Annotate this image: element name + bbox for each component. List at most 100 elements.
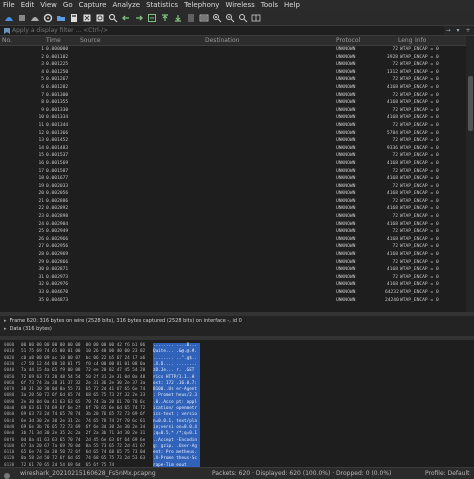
- menu-item-help[interactable]: Help: [281, 0, 303, 10]
- packet-row[interactable]: 18 0.001677 UNKNOWN 4168 WTAP_ENCAP = 0: [0, 175, 466, 183]
- packet-length: 4168: [386, 252, 398, 258]
- col-time[interactable]: Time: [46, 37, 61, 45]
- packet-row[interactable]: 10 0.001334 UNKNOWN 4168 WTAP_ENCAP = 0: [0, 114, 466, 122]
- packet-row[interactable]: 15 0.001537 UNKNOWN 72 WTAP_ENCAP = 0: [0, 152, 466, 160]
- packet-detail-pane[interactable]: ▸ Frame 620: 316 bytes on wire (2528 bits…: [0, 316, 474, 336]
- find-packet-icon[interactable]: [107, 12, 118, 23]
- detail-frame-row[interactable]: ▸ Frame 620: 316 bytes on wire (2528 bits…: [4, 318, 242, 324]
- packet-row[interactable]: 3 0.001225 UNKNOWN 72 WTAP_ENCAP = 0: [0, 61, 466, 69]
- menu-item-go[interactable]: Go: [60, 0, 76, 10]
- packet-no: 32: [38, 282, 44, 288]
- arrow-right-icon[interactable]: →: [444, 27, 452, 35]
- packet-time: 0.002956: [46, 244, 69, 250]
- start-capture-icon[interactable]: [3, 12, 14, 23]
- bookmark-icon[interactable]: [3, 27, 11, 35]
- menu-item-file[interactable]: File: [0, 0, 18, 10]
- packet-protocol: UNKNOWN: [336, 236, 356, 242]
- packet-row[interactable]: 31 0.002973 UNKNOWN 72 WTAP_ENCAP = 0: [0, 274, 466, 282]
- packet-row[interactable]: 4 0.001250 UNKNOWN 1312 WTAP_ENCAP = 0: [0, 69, 466, 77]
- autoscroll-icon[interactable]: [185, 12, 196, 23]
- packet-row[interactable]: 20 0.002056 UNKNOWN 4168 WTAP_ENCAP = 0: [0, 190, 466, 198]
- packet-row[interactable]: 35 0.004873 UNKNOWN 24240 WTAP_ENCAP = 0: [0, 297, 466, 305]
- packet-row[interactable]: 25 0.002949 UNKNOWN 72 WTAP_ENCAP = 0: [0, 228, 466, 236]
- packet-protocol: UNKNOWN: [336, 206, 356, 212]
- menu-item-capture[interactable]: Capture: [76, 0, 110, 10]
- stop-capture-icon[interactable]: [16, 12, 27, 23]
- go-to-packet-icon[interactable]: [146, 12, 157, 23]
- packet-length: 72: [392, 229, 398, 235]
- zoom-out-icon[interactable]: [224, 12, 235, 23]
- packet-row[interactable]: 23 0.002898 UNKNOWN 72 WTAP_ENCAP = 0: [0, 213, 466, 221]
- plus-icon[interactable]: +: [464, 27, 472, 35]
- packet-row[interactable]: 29 0.002866 UNKNOWN 72 WTAP_ENCAP = 0: [0, 259, 466, 267]
- packet-list[interactable]: 1 0.000000 UNKNOWN 72 WTAP_ENCAP = 0 2 0.00110…: [0, 46, 466, 312]
- packet-row[interactable]: 32 0.002976 UNKNOWN 4168 WTAP_ENCAP = 0: [0, 281, 466, 289]
- col-length[interactable]: Leng: [398, 37, 413, 45]
- capture-options-icon[interactable]: [42, 12, 53, 23]
- col-source[interactable]: Source: [80, 37, 101, 45]
- packet-row[interactable]: 5 0.001267 UNKNOWN 72 WTAP_ENCAP = 0: [0, 76, 466, 84]
- display-filter-input[interactable]: [0, 26, 444, 35]
- close-file-icon[interactable]: [81, 12, 92, 23]
- packet-info: WTAP_ENCAP = 0: [400, 214, 439, 220]
- packet-info: WTAP_ENCAP = 0: [400, 115, 439, 121]
- reload-file-icon[interactable]: [94, 12, 105, 23]
- menu-item-tools[interactable]: Tools: [258, 0, 281, 10]
- packet-no: 30: [38, 267, 44, 273]
- expand-arrow-icon[interactable]: ▸: [4, 318, 7, 324]
- packet-length: 4168: [386, 236, 398, 242]
- chevron-down-icon[interactable]: ▾: [454, 27, 462, 35]
- resize-columns-icon[interactable]: [250, 12, 261, 23]
- packet-row[interactable]: 1 0.000000 UNKNOWN 72 WTAP_ENCAP = 0: [0, 46, 466, 54]
- packet-row[interactable]: 12 0.001366 UNKNOWN 5784 WTAP_ENCAP = 0: [0, 130, 466, 138]
- packet-no: 28: [38, 252, 44, 258]
- go-forward-icon[interactable]: [133, 12, 144, 23]
- packet-protocol: UNKNOWN: [336, 168, 356, 174]
- save-file-icon[interactable]: [68, 12, 79, 23]
- packet-row[interactable]: 27 0.002956 UNKNOWN 72 WTAP_ENCAP = 0: [0, 243, 466, 251]
- packet-row[interactable]: 11 0.001344 UNKNOWN 72 WTAP_ENCAP = 0: [0, 122, 466, 130]
- menu-item-analyze[interactable]: Analyze: [109, 0, 143, 10]
- packet-row[interactable]: 13 0.001452 UNKNOWN 72 WTAP_ENCAP = 0: [0, 137, 466, 145]
- colorize-icon[interactable]: [198, 12, 209, 23]
- restart-capture-icon[interactable]: [29, 12, 40, 23]
- first-packet-icon[interactable]: [159, 12, 170, 23]
- packet-row[interactable]: 30 0.002871 UNKNOWN 4168 WTAP_ENCAP = 0: [0, 266, 466, 274]
- packet-row[interactable]: 2 0.001102 UNKNOWN 3928 WTAP_ENCAP = 0: [0, 54, 466, 62]
- zoom-in-icon[interactable]: [211, 12, 222, 23]
- packet-row[interactable]: 17 0.001587 UNKNOWN 72 WTAP_ENCAP = 0: [0, 168, 466, 176]
- col-no[interactable]: No.: [2, 37, 12, 45]
- menu-item-telephony[interactable]: Telephony: [181, 0, 222, 10]
- status-profile[interactable]: Profile: Default: [425, 470, 470, 477]
- col-info[interactable]: Info: [415, 37, 426, 45]
- packet-row[interactable]: 14 0.001483 UNKNOWN 9336 WTAP_ENCAP = 0: [0, 145, 466, 153]
- packet-row[interactable]: 21 0.002886 UNKNOWN 72 WTAP_ENCAP = 0: [0, 198, 466, 206]
- menu-item-edit[interactable]: Edit: [18, 0, 38, 10]
- col-destination[interactable]: Destination: [205, 37, 239, 45]
- packet-list-scrollbar[interactable]: [466, 36, 474, 312]
- col-protocol[interactable]: Protocol: [336, 37, 360, 45]
- menu-item-wireless[interactable]: Wireless: [222, 0, 257, 10]
- packet-row[interactable]: 6 0.001282 UNKNOWN 4168 WTAP_ENCAP = 0: [0, 84, 466, 92]
- packet-row[interactable]: 28 0.002969 UNKNOWN 4168 WTAP_ENCAP = 0: [0, 251, 466, 259]
- packet-row[interactable]: 8 0.001355 UNKNOWN 4168 WTAP_ENCAP = 0: [0, 99, 466, 107]
- menu-item-statistics[interactable]: Statistics: [143, 0, 181, 10]
- scrollbar-thumb[interactable]: [468, 76, 473, 131]
- last-packet-icon[interactable]: [172, 12, 183, 23]
- expand-arrow-icon[interactable]: ▸: [4, 326, 7, 332]
- zoom-normal-icon[interactable]: [237, 12, 248, 23]
- detail-data-row[interactable]: ▸ Data (316 bytes): [4, 326, 52, 332]
- packet-row[interactable]: 33 0.004670 UNKNOWN 64232 WTAP_ENCAP = 0: [0, 289, 466, 297]
- open-file-icon[interactable]: [55, 12, 66, 23]
- packet-row[interactable]: 9 0.001330 UNKNOWN 72 WTAP_ENCAP = 0: [0, 107, 466, 115]
- go-back-icon[interactable]: [120, 12, 131, 23]
- packet-row[interactable]: 22 0.002892 UNKNOWN 4168 WTAP_ENCAP = 0: [0, 205, 466, 213]
- packet-info: WTAP_ENCAP = 0: [400, 191, 439, 197]
- packet-bytes-pane[interactable]: 0000 00 00 00 00 00 00 00 00 00 00 00 00 …: [0, 340, 474, 467]
- menu-item-view[interactable]: View: [37, 0, 60, 10]
- packet-row[interactable]: 24 0.002904 UNKNOWN 4168 WTAP_ENCAP = 0: [0, 221, 466, 229]
- packet-row[interactable]: 16 0.001569 UNKNOWN 4168 WTAP_ENCAP = 0: [0, 160, 466, 168]
- packet-row[interactable]: 19 0.002033 UNKNOWN 72 WTAP_ENCAP = 0: [0, 183, 466, 191]
- packet-row[interactable]: 7 0.001300 UNKNOWN 72 WTAP_ENCAP = 0: [0, 92, 466, 100]
- packet-row[interactable]: 26 0.002966 UNKNOWN 4168 WTAP_ENCAP = 0: [0, 236, 466, 244]
